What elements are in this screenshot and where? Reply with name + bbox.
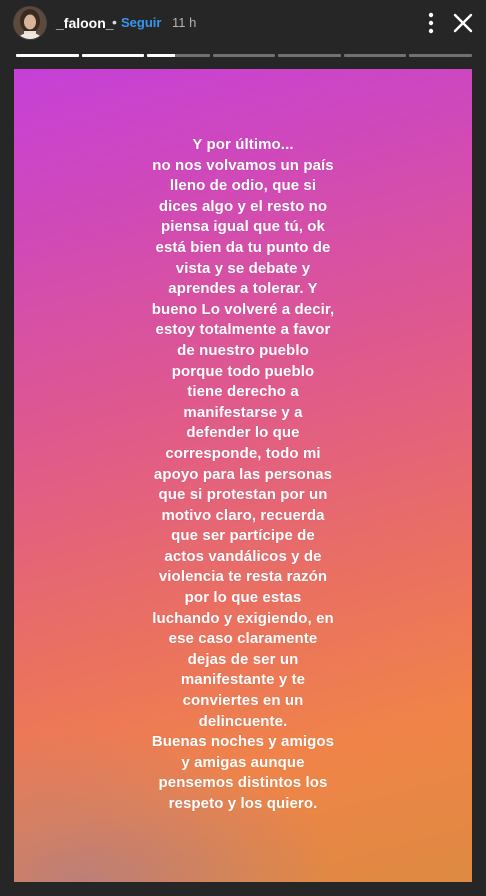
progress-fill bbox=[147, 54, 176, 57]
story-text-line: bueno Lo volveré a decir, bbox=[151, 300, 335, 318]
timestamp: 11 h bbox=[172, 15, 197, 30]
story-text-line: y amigas aunque bbox=[181, 753, 305, 771]
story-text-line: está bien da tu punto de bbox=[155, 238, 331, 256]
story-text-line: no nos volvamos un país bbox=[152, 156, 334, 174]
avatar[interactable] bbox=[14, 7, 46, 39]
close-icon[interactable] bbox=[450, 10, 476, 36]
story-text-line: lleno de odio, que si bbox=[169, 177, 317, 195]
story-text-line: corresponde, todo mi bbox=[165, 444, 321, 462]
story-text-line: delincuente. bbox=[198, 712, 288, 730]
story-text-line: vista y se debate y bbox=[175, 259, 311, 277]
progress-segment bbox=[409, 54, 473, 57]
story-viewer: _faloon_ • Seguir 11 h Y por último... no… bbox=[0, 0, 486, 896]
story-text-line: respeto y los quiero. bbox=[168, 795, 318, 812]
progress-segment bbox=[147, 54, 210, 57]
progress-segment bbox=[278, 54, 341, 57]
story-text-line: ese caso claramente bbox=[168, 630, 318, 648]
story-text-line: motivo claro, recuerda bbox=[161, 506, 325, 524]
avatar-photo bbox=[14, 7, 46, 39]
story-text-line: conviertes en un bbox=[182, 692, 304, 710]
story-text-line: pensemos distintos los bbox=[158, 774, 328, 792]
story-text-line: apoyo para las personas bbox=[153, 465, 333, 483]
story-text-line: estoy totalmente a favor bbox=[155, 321, 331, 339]
story-text-line: luchando y exigiendo, en bbox=[152, 609, 334, 627]
separator-dot: • bbox=[112, 14, 117, 30]
story-text-line: dejas de ser un bbox=[187, 650, 299, 668]
story-header: _faloon_ • Seguir 11 h bbox=[0, 0, 486, 48]
story-text-line: Y por último... bbox=[192, 136, 294, 153]
story-text-line: manifestarse y a bbox=[183, 403, 303, 421]
story-text-line: que si protestan por un bbox=[158, 486, 328, 504]
progress-segment bbox=[343, 54, 407, 57]
story-text-line: por lo que estas bbox=[184, 589, 302, 607]
progress-fill bbox=[81, 54, 145, 57]
story-text-line: tiene derecho a bbox=[187, 383, 299, 401]
story-text-line: violencia te resta razón bbox=[158, 568, 328, 586]
story-text-line: porque todo pueblo bbox=[171, 362, 315, 380]
story-text-line: que ser partícipe de bbox=[171, 527, 315, 545]
username[interactable]: _faloon_ bbox=[56, 15, 114, 31]
story-text-line: piensa igual que tú, ok bbox=[161, 218, 325, 236]
progress-fill bbox=[16, 54, 79, 57]
progress-segment bbox=[81, 54, 145, 57]
progress-segment bbox=[16, 54, 79, 57]
progress-segment bbox=[212, 54, 276, 57]
story-text-line: aprendes a tolerar. Y bbox=[168, 280, 318, 298]
follow-button[interactable]: Seguir bbox=[121, 15, 161, 31]
story-text-line: de nuestro pueblo bbox=[177, 341, 309, 359]
story-text-line: defender lo que bbox=[186, 424, 300, 442]
story-text-line: actos vandálicos y de bbox=[164, 547, 322, 565]
story-text-line: Buenas noches y amigos bbox=[151, 733, 335, 751]
more-dots-icon[interactable] bbox=[419, 10, 443, 36]
story-text: Y por último... no nos volvamos un país ll… bbox=[14, 135, 472, 815]
story-progress-bar bbox=[16, 54, 473, 57]
story-text-line: dices algo y el resto no bbox=[158, 197, 328, 215]
story-text-line: manifestante y te bbox=[180, 671, 306, 689]
story-content[interactable]: Y por último... no nos volvamos un país ll… bbox=[14, 69, 472, 882]
